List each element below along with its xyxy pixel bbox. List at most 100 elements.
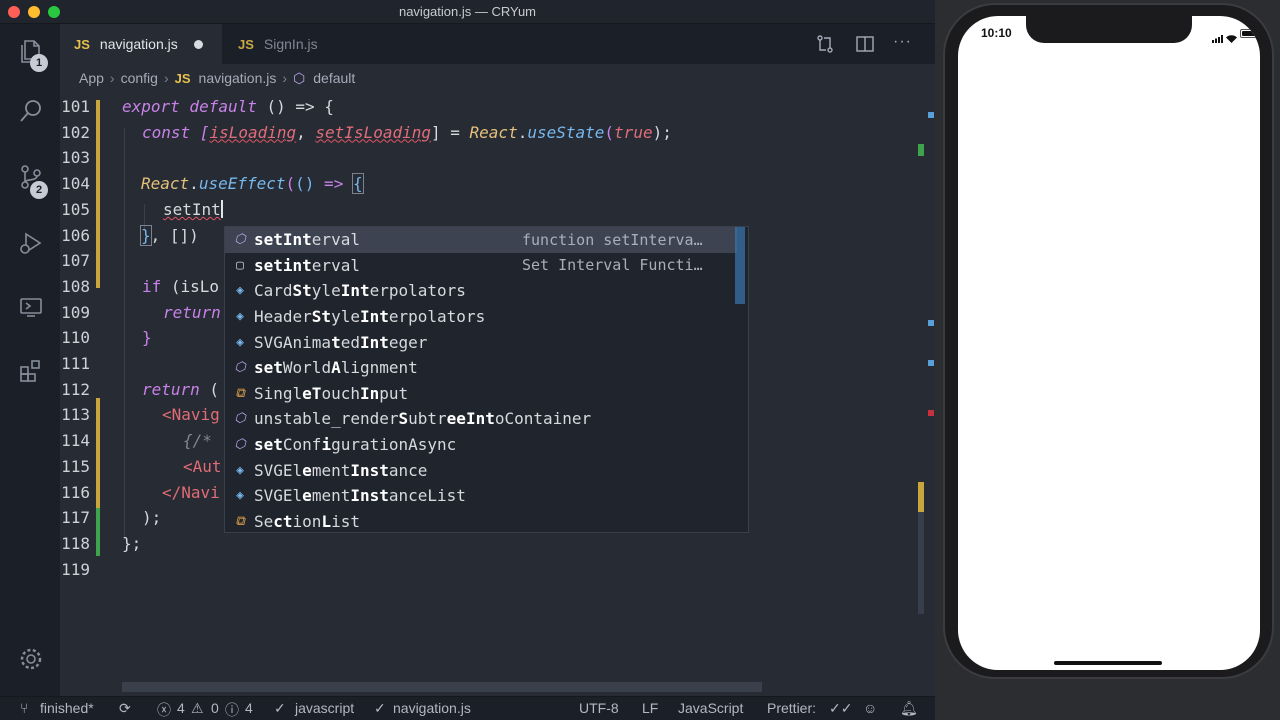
end-of-line[interactable]: LF <box>642 700 658 716</box>
vscode-window: navigation.js — CRYum 1 2 JS navigation.… <box>0 0 935 720</box>
error-icon: ⓧ <box>157 702 171 718</box>
symbol-cube-icon: ⬡ <box>293 69 306 86</box>
suggestion-item[interactable]: ◈ SVGAnimatedInteger <box>225 329 737 355</box>
suggestion-label: setInterval <box>254 230 360 249</box>
unsaved-dot-icon[interactable] <box>193 39 203 49</box>
suggestion-item[interactable]: ⬡ setWorldAlignment <box>225 355 737 381</box>
chevron-right-icon: › <box>163 70 169 86</box>
suggestion-label: SVGAnimatedInteger <box>254 333 427 352</box>
extensions-icon[interactable] <box>18 358 44 384</box>
line-number: 119 <box>61 559 90 579</box>
code-token: ); <box>652 122 672 142</box>
error-count[interactable]: 4 <box>177 700 185 716</box>
suggestion-item[interactable]: ◈ CardStyleInterpolators <box>225 278 737 304</box>
code-token: } <box>142 328 152 348</box>
code-token: . <box>517 122 528 142</box>
line-number: 103 <box>61 148 90 168</box>
notifications-bell-icon[interactable]: 🔔︎ <box>900 700 918 717</box>
suggestion-label: setinterval <box>254 256 360 275</box>
language-mode[interactable]: JavaScript <box>678 700 743 716</box>
check-icon: ✓ <box>274 700 286 716</box>
code-token-matched-brace: } <box>140 224 152 246</box>
breadcrumb-item-app[interactable]: App <box>79 70 104 86</box>
code-token: return <box>142 379 200 399</box>
info-count[interactable]: 4 <box>245 700 253 716</box>
part: Conf <box>282 435 322 455</box>
suggestion-item[interactable]: ⬡ setConfigurationAsync <box>225 432 737 458</box>
suggestion-item[interactable]: ◈ SVGElementInstanceList <box>225 483 737 509</box>
home-indicator[interactable] <box>1054 661 1162 665</box>
code-token: , []) <box>150 225 199 245</box>
match: Int <box>359 307 389 327</box>
code-token: React <box>469 122 518 142</box>
signal-icon <box>1212 30 1223 43</box>
line-number: 101 <box>61 97 90 116</box>
rest: erval <box>311 255 360 275</box>
feedback-icon[interactable]: ☺ <box>863 700 877 716</box>
breadcrumb-item-config[interactable]: config <box>121 70 158 86</box>
phone-time: 10:10 <box>981 26 1012 40</box>
suggestion-label: setWorldAlignment <box>254 358 418 377</box>
phone-frame: 10:10 <box>943 3 1274 679</box>
sync-icon[interactable]: ⟳ <box>119 700 131 717</box>
open-changes-icon[interactable] <box>815 34 835 54</box>
code-token: const [ <box>142 122 210 142</box>
source-control-badge: 2 <box>30 181 48 199</box>
code-token: {/* <box>183 431 212 451</box>
remote-explorer-icon[interactable] <box>18 294 44 320</box>
code-token: () <box>295 174 315 194</box>
tab-signin-js[interactable]: JS SignIn.js <box>222 24 368 64</box>
phone-screen[interactable]: 10:10 <box>958 16 1260 670</box>
part: yle <box>331 307 360 327</box>
code-token-matched-brace: { <box>351 173 364 195</box>
function-cube-icon: ⬡ <box>234 360 246 376</box>
split-editor-icon[interactable] <box>855 34 875 54</box>
git-branch[interactable]: finished* <box>40 700 94 716</box>
warning-count[interactable]: 0 <box>211 700 219 716</box>
suggestion-item[interactable]: ⧉ SingleTouchInput <box>225 381 737 407</box>
suggestion-scrollbar[interactable] <box>735 227 745 304</box>
formatter[interactable]: Prettier: <box>767 700 816 716</box>
part: SVGAnima <box>254 332 332 352</box>
line-number: 112 <box>61 379 90 399</box>
variable-icon: ◈ <box>236 462 244 478</box>
line-number: 110 <box>61 328 90 348</box>
match: St <box>311 307 332 327</box>
editor-horizontal-scrollbar[interactable] <box>122 682 762 692</box>
line-number: 115 <box>61 456 90 476</box>
explorer-badge: 1 <box>30 54 48 72</box>
search-icon[interactable] <box>18 98 44 124</box>
run-debug-icon[interactable] <box>18 230 44 256</box>
line-number: 109 <box>61 302 90 322</box>
settings-gear-icon[interactable] <box>18 646 44 672</box>
encoding[interactable]: UTF-8 <box>579 700 619 716</box>
function-cube-icon: ⬡ <box>234 411 246 427</box>
code-token-unused-var: setIsLoading <box>315 122 431 142</box>
line-number: 111 <box>61 354 90 373</box>
double-check-icon[interactable]: ✓✓ <box>829 700 852 717</box>
rest: eger <box>388 332 428 352</box>
language-service[interactable]: javascript <box>295 700 354 716</box>
code-token: ( <box>285 174 296 194</box>
suggestion-item[interactable]: ⬡ setInterval function setInterva… <box>225 227 737 253</box>
info-icon: ⓘ <box>225 702 239 718</box>
status-file[interactable]: navigation.js <box>393 700 471 716</box>
breadcrumb-item-symbol[interactable]: default <box>313 70 355 86</box>
rest: lignment <box>340 358 418 378</box>
suggestion-widget[interactable]: ⬡ setInterval function setInterva… ▢ set… <box>224 226 749 533</box>
suggestion-item[interactable]: ◈ SVGElementInstance <box>225 457 737 483</box>
suggestion-item[interactable]: ⧉ SectionList <box>225 509 737 532</box>
code-token: true <box>614 122 653 142</box>
suggestion-item[interactable]: ⬡ unstable_renderSubtreeIntoContainer <box>225 406 737 432</box>
check-icon: ✓ <box>374 700 386 716</box>
class-icon: ⧉ <box>235 513 245 529</box>
part: ubtr <box>408 409 447 429</box>
suggestion-item[interactable]: ▢ setinterval Set Interval Functi… <box>225 253 737 279</box>
more-actions-icon[interactable]: ··· <box>893 34 913 54</box>
variable-icon: ◈ <box>236 283 244 299</box>
part: ed <box>340 332 360 352</box>
breadcrumb-item-file[interactable]: navigation.js <box>199 70 277 86</box>
tab-navigation-js[interactable]: JS navigation.js <box>60 24 222 64</box>
battery-icon <box>1240 29 1258 38</box>
suggestion-item[interactable]: ◈ HeaderStyleInterpolators <box>225 304 737 330</box>
